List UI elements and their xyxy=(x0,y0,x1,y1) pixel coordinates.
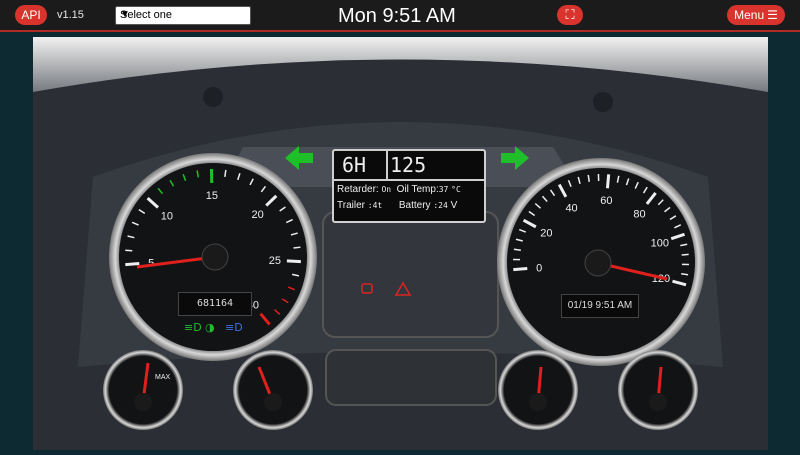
menu-button[interactable]: Menu ☰ xyxy=(727,5,785,25)
gauge-tick xyxy=(513,248,521,252)
svg-text:MAX: MAX xyxy=(155,374,171,381)
gauge-tick-label: 25 xyxy=(269,255,281,267)
version-label: v1.15 xyxy=(57,9,84,21)
top-bar: API v1.15 Select one ▼ Mon 9:51 AM ⛶ Men… xyxy=(0,0,800,32)
gauge-tick-label: 100 xyxy=(651,237,669,249)
gauge-tick-label: 20 xyxy=(540,228,552,240)
hamburger-icon: ☰ xyxy=(767,8,778,22)
retarder-row: Retarder: On Oil Temp:37 °C xyxy=(337,184,461,195)
chevron-down-icon: ▼ xyxy=(120,9,130,20)
gauge-tick-label: 60 xyxy=(600,195,612,207)
trailer-row: Trailer :4t Battery :24 V xyxy=(337,200,458,211)
clock: Mon 9:51 AM xyxy=(338,5,456,27)
gauge-tick xyxy=(513,266,528,272)
gauge-tick-label: 80 xyxy=(633,208,645,220)
cluster-graphic: 51015202530 020406080100120 ≡D ◑ ≡D MAX xyxy=(33,37,768,450)
gauge-tick xyxy=(224,169,227,177)
gauge-tick-label: 10 xyxy=(161,211,173,223)
fullscreen-icon: ⛶ xyxy=(565,7,575,22)
fog-light-icon: ◑ xyxy=(205,321,215,334)
gauge-tick xyxy=(125,249,133,252)
gauge-tick-label: 40 xyxy=(565,202,577,214)
mode-select[interactable]: Select one ▼ xyxy=(115,6,251,25)
gauge-tick-label: 15 xyxy=(206,190,218,202)
gauge-tick xyxy=(587,174,591,182)
gauge-tick xyxy=(125,261,140,267)
menu-label: Menu xyxy=(734,8,765,22)
speed-readout: 125 xyxy=(390,153,427,177)
gauge-tick xyxy=(605,174,611,189)
gauge-tick xyxy=(286,259,301,264)
datetime-display: 01/19 9:51 AM xyxy=(561,294,639,318)
gauge-tick-label: 0 xyxy=(536,262,542,274)
gauge-tick xyxy=(681,253,689,256)
gear-indicator: 6H xyxy=(342,153,367,177)
gauge-tick xyxy=(293,246,301,249)
high-beam-icon: ≡D xyxy=(225,321,243,334)
low-beam-icon: ≡D xyxy=(184,321,202,334)
gauge-tick-label: 20 xyxy=(251,209,263,221)
instrument-cluster: 51015202530 020406080100120 ≡D ◑ ≡D MAX xyxy=(33,37,768,450)
api-button[interactable]: API xyxy=(15,5,47,25)
info-display: 6H 125 Retarder: On Oil Temp:37 °C Trail… xyxy=(332,149,486,223)
fullscreen-button[interactable]: ⛶ xyxy=(557,5,583,25)
odometer: 681164 xyxy=(178,292,252,316)
gauge-tick xyxy=(681,272,689,276)
